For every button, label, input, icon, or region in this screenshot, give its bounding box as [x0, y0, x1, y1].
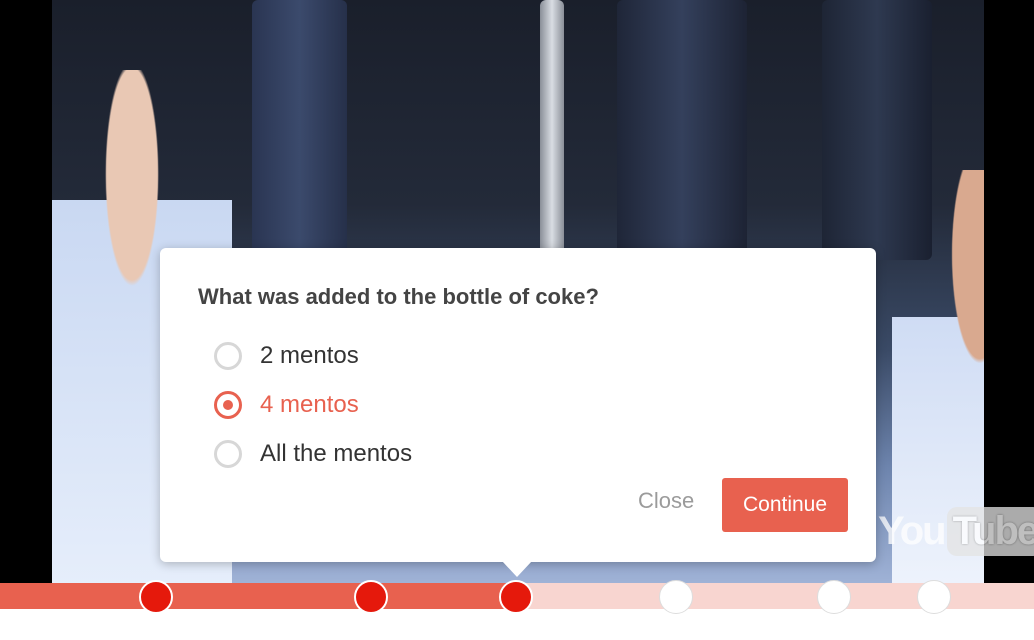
- quiz-option-2-mentos[interactable]: 2 mentos: [214, 332, 412, 380]
- radio-dot: [223, 400, 233, 410]
- quiz-option-4-mentos[interactable]: 4 mentos: [214, 380, 412, 430]
- close-button[interactable]: Close: [638, 488, 694, 514]
- radio-button-selected[interactable]: [214, 391, 242, 419]
- youtube-logo-tube: Tube: [946, 506, 1034, 556]
- quiz-option-all-the-mentos[interactable]: All the mentos: [214, 430, 412, 478]
- quiz-timeline[interactable]: [0, 580, 1034, 614]
- continue-button[interactable]: Continue: [722, 478, 848, 532]
- option-label: 2 mentos: [260, 342, 359, 369]
- option-label: All the mentos: [260, 440, 413, 467]
- youtube-logo-you: You: [878, 508, 947, 553]
- timeline-progress-fill: [0, 583, 517, 609]
- radio-button[interactable]: [214, 342, 242, 370]
- timeline-marker-unanswered[interactable]: [659, 580, 693, 614]
- youtube-logo[interactable]: You Tube: [878, 503, 1034, 559]
- radio-button[interactable]: [214, 440, 242, 468]
- option-label: 4 mentos: [260, 391, 359, 418]
- timeline-marker-answered[interactable]: [354, 580, 388, 614]
- background-pillar: [540, 0, 564, 260]
- timeline-marker-unanswered[interactable]: [917, 580, 951, 614]
- timeline-marker-answered[interactable]: [139, 580, 173, 614]
- quiz-options: 2 mentos 4 mentos All the mentos: [214, 332, 412, 478]
- timeline-marker-unanswered[interactable]: [817, 580, 851, 614]
- quiz-dialog: What was added to the bottle of coke? 2 …: [160, 248, 876, 577]
- background-pillar: [252, 0, 347, 260]
- timeline-marker-current[interactable]: [499, 580, 533, 614]
- dialog-pointer: [502, 561, 532, 577]
- background-pillar: [617, 0, 747, 260]
- quiz-question: What was added to the bottle of coke?: [198, 284, 599, 309]
